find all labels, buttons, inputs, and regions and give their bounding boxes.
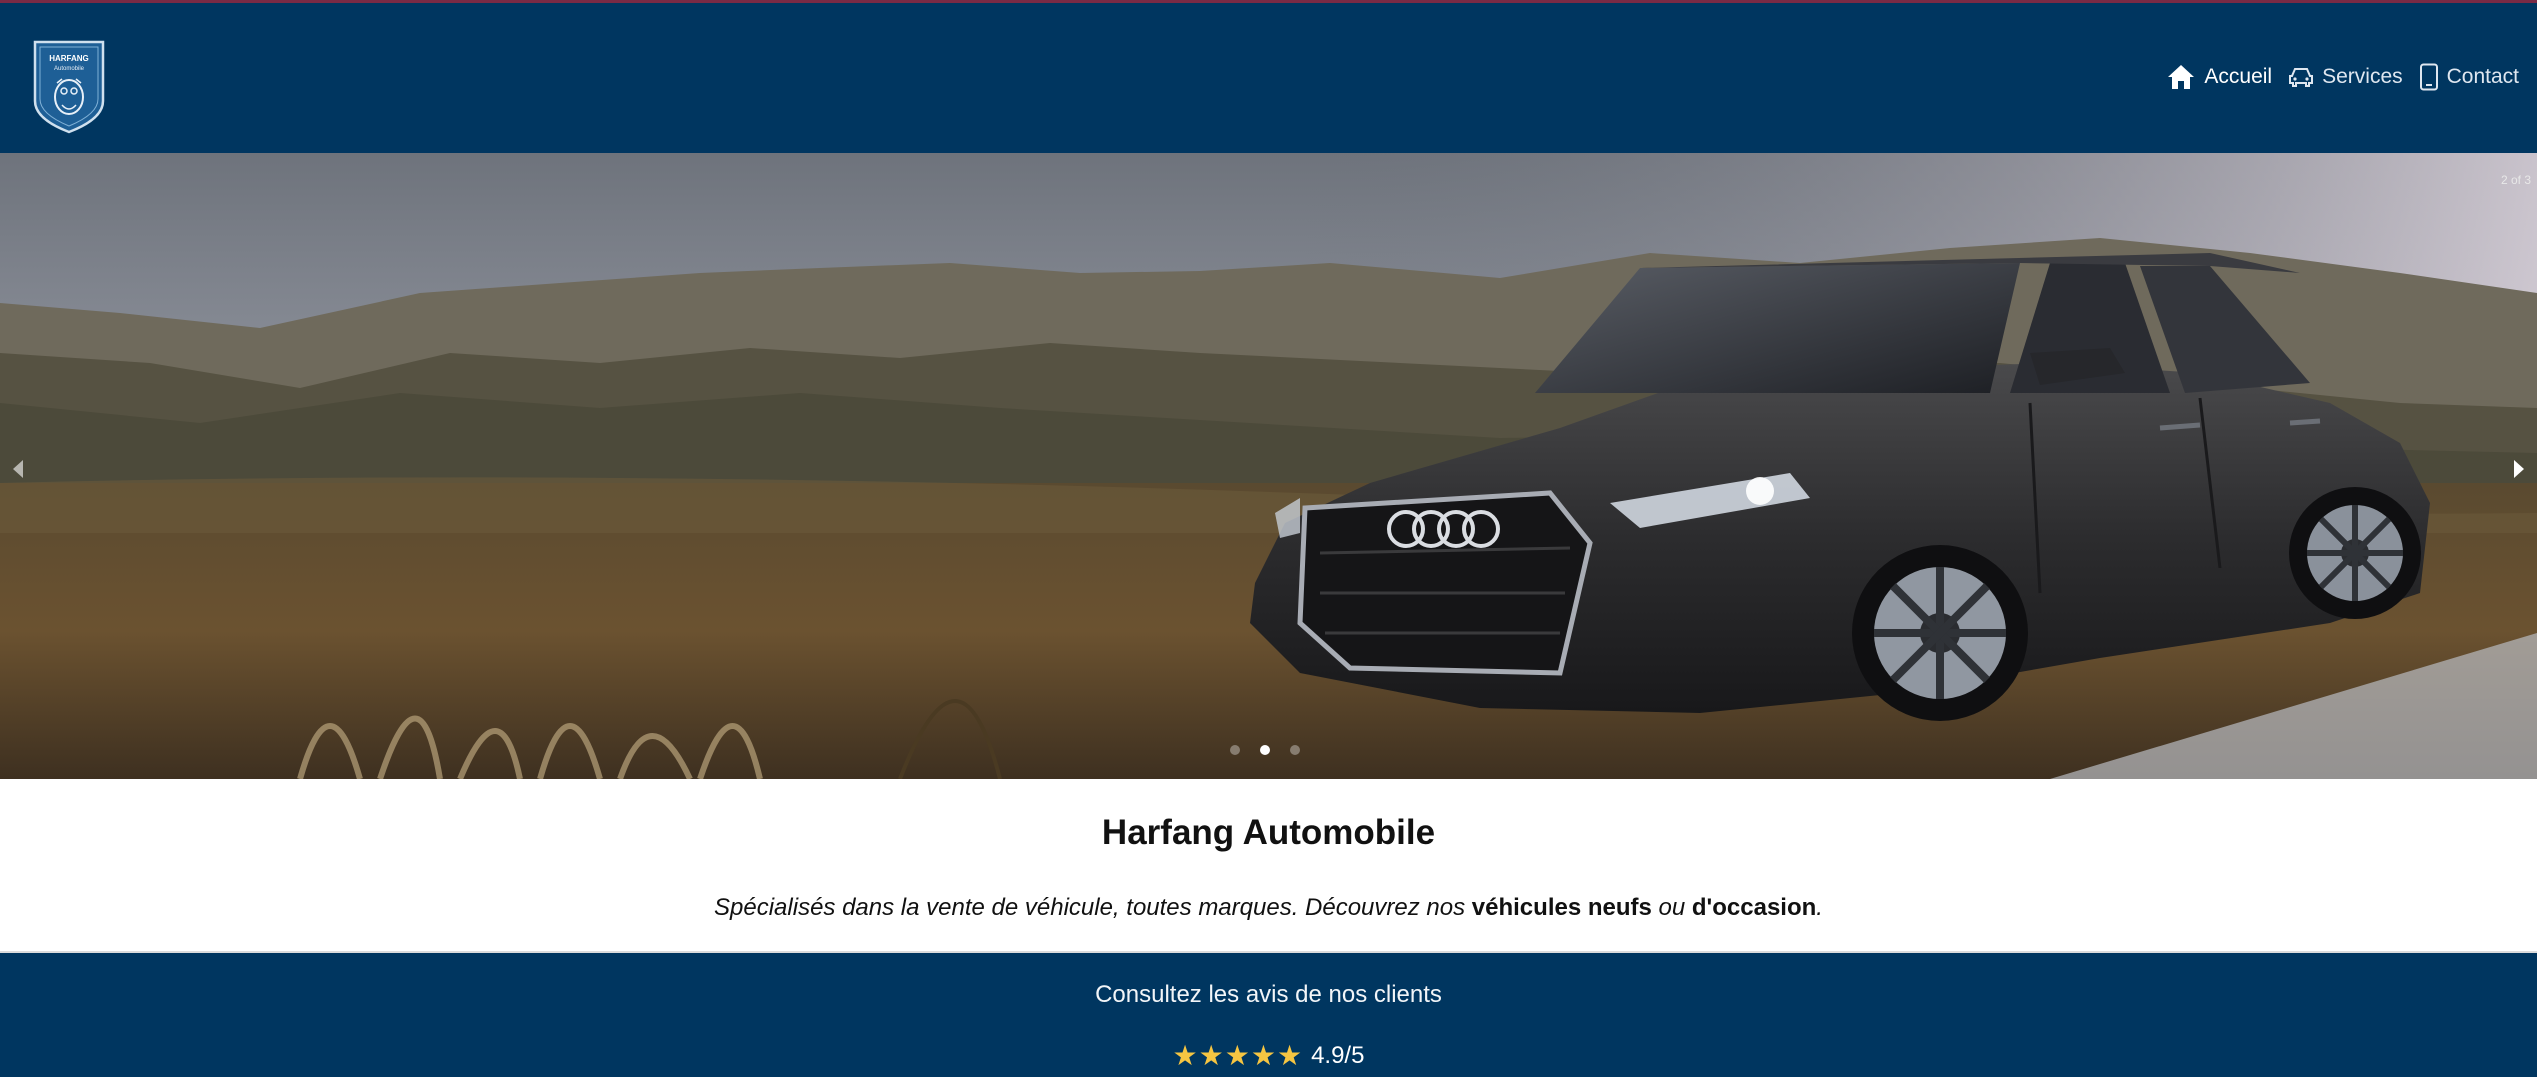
- page-title: Harfang Automobile: [1101, 813, 1436, 852]
- nav-item-accueil[interactable]: Accueil: [2166, 63, 2272, 91]
- nav-label-services: Services: [2322, 65, 2403, 88]
- star-rating-icon: ★★★★★: [1172, 1040, 1304, 1071]
- intro-text-before: Spécialisés dans la vente de véhicule, t…: [714, 894, 1472, 921]
- carousel-dots: [1230, 745, 1300, 755]
- carousel-dot-2[interactable]: [1260, 745, 1270, 755]
- nav-label-accueil: Accueil: [2204, 65, 2273, 88]
- carousel-next-button[interactable]: [2507, 455, 2531, 483]
- site-header: HARFANG Automobile Accueil Services Cont…: [0, 3, 2537, 153]
- link-vehicules-neufs[interactable]: véhicules neufs: [1472, 894, 1652, 921]
- car-icon: [2289, 68, 2314, 87]
- logo-line1: HARFANG: [49, 54, 89, 63]
- carousel-counter: 2 of 3: [2500, 173, 2531, 187]
- rating-score: 4.9/5: [1311, 1041, 1365, 1069]
- logo-line2: Automobile: [54, 66, 85, 72]
- brand-logo[interactable]: HARFANG Automobile: [32, 39, 106, 135]
- intro-section: Harfang Automobile Spécialisés dans la v…: [0, 779, 2537, 953]
- nav-item-services[interactable]: Services: [2288, 65, 2403, 89]
- chevron-right-icon: [2514, 460, 2524, 478]
- intro-text-middle: ou: [1651, 894, 1692, 921]
- owl-shield-logo-icon: HARFANG Automobile: [33, 40, 105, 134]
- hero-car-image: [0, 153, 2537, 779]
- main-nav: Accueil Services Contact: [2166, 63, 2519, 91]
- reviews-section: Consultez les avis de nos clients ★★★★★ …: [0, 953, 2537, 1077]
- phone-icon: [2419, 63, 2438, 91]
- home-icon: [2168, 65, 2195, 89]
- intro-text: Spécialisés dans la vente de véhicule, t…: [0, 894, 2537, 922]
- intro-text-after: .: [1816, 894, 1823, 921]
- hero-carousel: 2 of 3: [0, 153, 2537, 779]
- nav-label-contact: Contact: [2446, 65, 2519, 88]
- rating-summary: ★★★★★ 4.9/5: [0, 1039, 2537, 1072]
- carousel-prev-button[interactable]: [6, 455, 30, 483]
- reviews-link[interactable]: Consultez les avis de nos clients: [0, 981, 2537, 1009]
- carousel-dot-1[interactable]: [1230, 745, 1240, 755]
- nav-item-contact[interactable]: Contact: [2419, 63, 2519, 91]
- chevron-left-icon: [13, 460, 23, 478]
- link-occasion[interactable]: d'occasion: [1692, 894, 1816, 921]
- carousel-dot-3[interactable]: [1290, 745, 1300, 755]
